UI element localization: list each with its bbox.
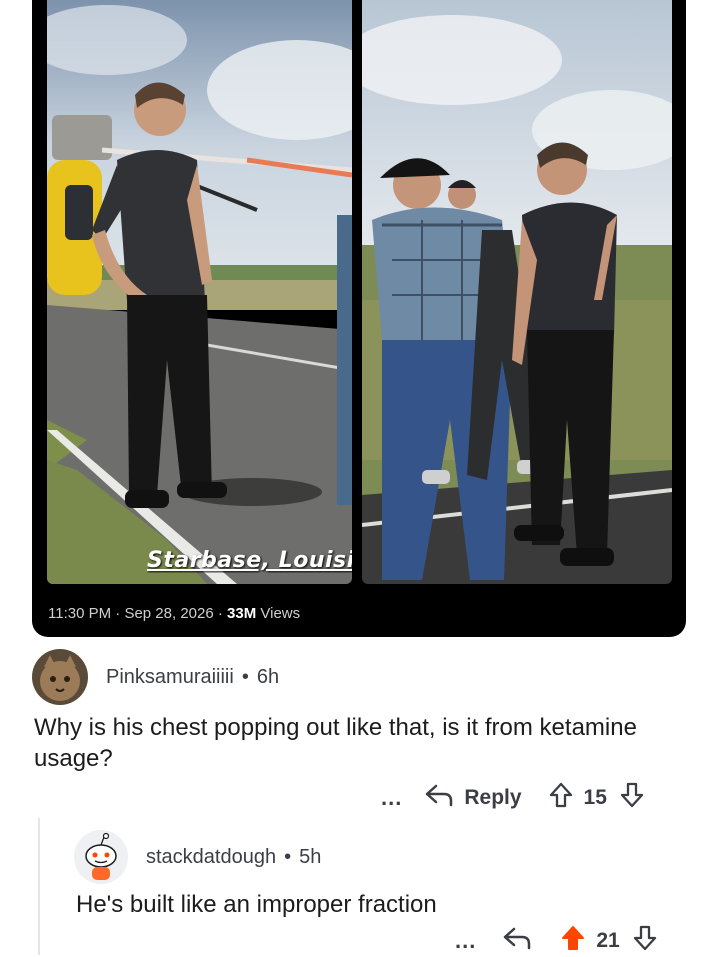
vote-count: 15 (583, 785, 607, 809)
comment-username[interactable]: stackdatdough (146, 846, 276, 869)
reply-button[interactable] (502, 925, 532, 956)
comment-header: Pinksamuraiiiii • 6h (32, 649, 279, 705)
upvote-icon (548, 781, 574, 814)
post-date: Sep 28, 2026 (124, 605, 214, 622)
upvote-button[interactable] (548, 781, 574, 814)
separator-dot: • (284, 845, 292, 868)
comment-header: stackdatdough • 5h (74, 830, 321, 884)
comment-age: 5h (299, 845, 322, 868)
avatar[interactable] (74, 830, 128, 884)
meta-separator: · (213, 605, 228, 622)
post-views-count: 33M (227, 605, 257, 622)
comment-text: Why is his chest popping out like that, … (34, 714, 637, 772)
comment-actions: ... Reply 15 (381, 781, 645, 814)
post-meta: 11:30 PM · Sep 28, 2026 · 33M Views (48, 605, 300, 622)
post-caption: Starbase, Louisiana (147, 548, 352, 573)
comment-username[interactable]: Pinksamuraiiiii (106, 666, 234, 689)
post-time: 11:30 PM (48, 605, 112, 622)
comment-age: 6h (256, 665, 280, 688)
separator-dot: • (241, 665, 249, 688)
more-options-button[interactable]: ... (381, 786, 402, 808)
more-options-button[interactable]: ... (455, 929, 476, 951)
post-views-label: Views (256, 605, 301, 622)
meta-separator: · (111, 605, 125, 622)
reply-label: Reply (464, 785, 522, 809)
comment-actions: ... 21 (455, 924, 658, 957)
upvote-icon (560, 924, 586, 957)
embedded-post-card[interactable]: Starbase, Louisiana (32, 0, 686, 637)
post-photo-left[interactable]: Starbase, Louisiana (47, 0, 352, 584)
comment-text: He's built like an improper fraction (76, 891, 437, 918)
reply-icon (502, 925, 532, 956)
avatar[interactable] (32, 649, 88, 705)
reply-button[interactable]: Reply (424, 782, 522, 813)
downvote-icon (632, 924, 658, 957)
downvote-icon (619, 781, 645, 814)
post-photo-right[interactable] (362, 0, 672, 584)
downvote-button[interactable] (632, 924, 658, 957)
thread-line[interactable] (38, 818, 40, 955)
reply-icon (424, 782, 454, 813)
upvote-button[interactable] (560, 924, 586, 957)
vote-count: 21 (596, 928, 620, 952)
downvote-button[interactable] (619, 781, 645, 814)
